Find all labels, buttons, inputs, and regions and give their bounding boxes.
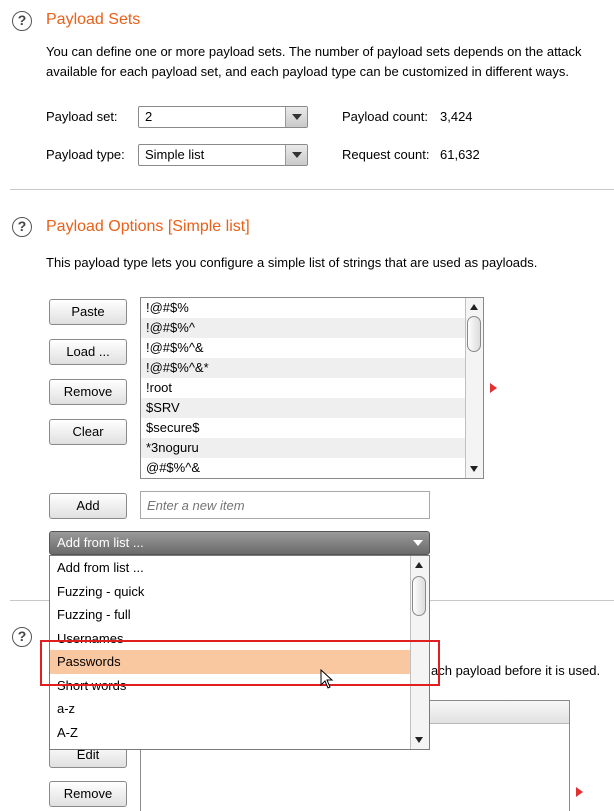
cursor-icon <box>320 669 334 689</box>
payload-type-label: Payload type: <box>46 147 125 162</box>
scroll-down-icon[interactable] <box>415 737 423 743</box>
chevron-down-icon[interactable] <box>413 540 423 546</box>
paste-button[interactable]: Paste <box>49 299 127 325</box>
request-count-label: Request count: <box>342 147 430 162</box>
list-item[interactable]: @#$%^& <box>141 458 483 478</box>
list-item[interactable]: $SRV <box>141 398 483 418</box>
scroll-up-icon[interactable] <box>415 562 423 568</box>
menu-item[interactable]: a-z <box>50 697 429 721</box>
help-icon[interactable]: ? <box>12 627 32 647</box>
payload-list-rows: !@#$% !@#$%^ !@#$%^& !@#$%^&* !root $SRV… <box>141 298 483 478</box>
remove-button[interactable]: Remove <box>49 379 127 405</box>
request-count-value: 61,632 <box>440 147 480 162</box>
clear-button[interactable]: Clear <box>49 419 127 445</box>
menu-item[interactable]: Fuzzing - quick <box>50 580 429 604</box>
help-icon[interactable]: ? <box>12 217 32 237</box>
list-item[interactable]: !@#$%^&* <box>141 358 483 378</box>
payload-processing-desc: ach payload before it is used. <box>431 663 601 678</box>
payload-set-label: Payload set: <box>46 109 118 124</box>
load-button[interactable]: Load ... <box>49 339 127 365</box>
add-from-list-select[interactable]: Add from list ... <box>49 531 430 555</box>
scroll-thumb[interactable] <box>467 316 481 352</box>
add-from-list-value: Add from list ... <box>57 535 144 550</box>
scroll-down-icon[interactable] <box>470 466 478 472</box>
payload-sets-desc-line2: available for each payload set, and each… <box>46 64 569 79</box>
scroll-up-icon[interactable] <box>470 304 478 310</box>
list-item[interactable]: !@#$%^ <box>141 318 483 338</box>
section-divider <box>10 189 614 190</box>
payload-options-title: Payload Options [Simple list] <box>46 218 250 235</box>
menu-item[interactable]: Add from list ... <box>50 556 429 580</box>
list-item[interactable]: !@#$%^& <box>141 338 483 358</box>
chevron-down-icon[interactable] <box>285 145 307 165</box>
payload-set-select[interactable]: 2 <box>138 106 308 128</box>
add-button[interactable]: Add <box>49 493 127 519</box>
remove-rule-button[interactable]: Remove <box>49 781 127 807</box>
new-item-input[interactable] <box>140 491 430 519</box>
payload-count-label: Payload count: <box>342 109 429 124</box>
list-item[interactable]: !root <box>141 378 483 398</box>
help-icon[interactable]: ? <box>12 11 32 31</box>
chevron-down-icon[interactable] <box>285 107 307 127</box>
payload-list[interactable]: !@#$% !@#$%^ !@#$%^& !@#$%^&* !root $SRV… <box>140 297 484 479</box>
payload-options-desc: This payload type lets you configure a s… <box>46 255 538 270</box>
payload-sets-title: Payload Sets <box>46 11 141 28</box>
highlight-callout <box>40 640 440 686</box>
payload-count-value: 3,424 <box>440 109 473 124</box>
menu-item[interactable]: Fuzzing - full <box>50 603 429 627</box>
list-item[interactable]: !@#$% <box>141 298 483 318</box>
scroll-thumb[interactable] <box>412 576 426 616</box>
menu-item[interactable]: A-Z <box>50 721 429 745</box>
payload-type-value: Simple list <box>145 147 205 162</box>
payload-set-value: 2 <box>145 109 153 124</box>
payload-type-select[interactable]: Simple list <box>138 144 308 166</box>
payload-sets-desc-line1: You can define one or more payload sets.… <box>46 44 582 59</box>
list-item[interactable]: *3noguru <box>141 438 483 458</box>
expand-arrow-icon[interactable] <box>576 787 583 797</box>
expand-arrow-icon[interactable] <box>490 383 497 393</box>
list-scrollbar[interactable] <box>465 298 483 478</box>
list-item[interactable]: $secure$ <box>141 418 483 438</box>
